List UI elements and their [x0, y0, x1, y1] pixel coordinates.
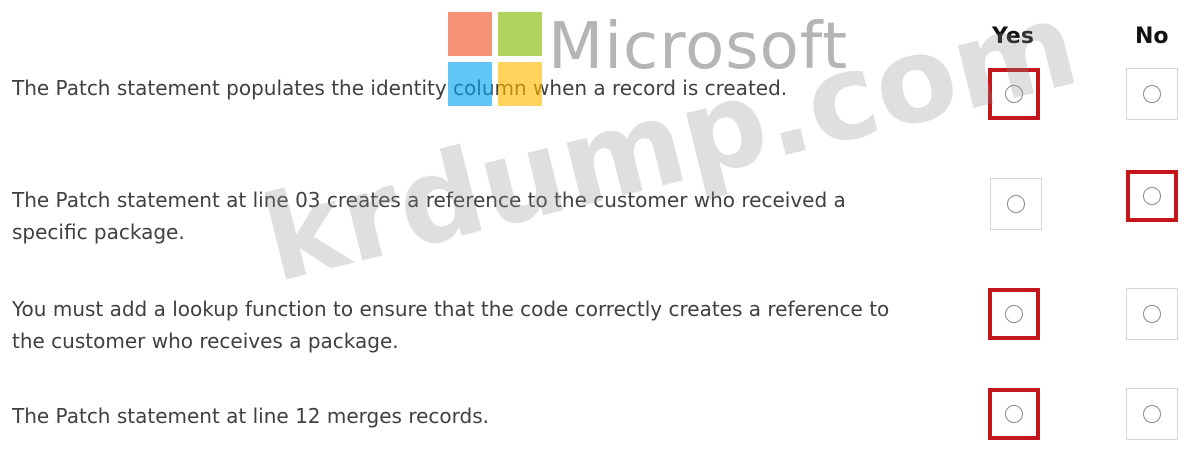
- logo-square-blue: [448, 62, 492, 106]
- radio-circle-icon: [1143, 305, 1161, 323]
- radio-circle-icon: [1143, 85, 1161, 103]
- statement-3-text: You must add a lookup function to ensure…: [12, 297, 890, 353]
- statement-4-yes-option[interactable]: [988, 388, 1040, 440]
- yes-column-header: Yes: [992, 24, 1034, 49]
- microsoft-logo-icon: [448, 12, 544, 130]
- logo-square-red: [448, 12, 492, 56]
- statement-1-no-option[interactable]: [1126, 68, 1178, 120]
- radio-circle-icon: [1005, 85, 1023, 103]
- radio-circle-icon: [1005, 405, 1023, 423]
- statement-1-yes-option[interactable]: [988, 68, 1040, 120]
- statement-3-yes-option[interactable]: [988, 288, 1040, 340]
- logo-square-green: [498, 12, 542, 56]
- statement-2-text: The Patch statement at line 03 creates a…: [12, 188, 846, 244]
- radio-circle-icon: [1143, 187, 1161, 205]
- microsoft-watermark-text: Microsoft: [548, 10, 849, 84]
- statement-2-yes-option[interactable]: [990, 178, 1042, 230]
- radio-circle-icon: [1143, 405, 1161, 423]
- statement-4-text: The Patch statement at line 12 merges re…: [12, 404, 489, 428]
- no-column-header: No: [1135, 24, 1169, 49]
- radio-circle-icon: [1005, 305, 1023, 323]
- statement-2-no-option[interactable]: [1126, 170, 1178, 222]
- radio-circle-icon: [1007, 195, 1025, 213]
- statement-4-no-option[interactable]: [1126, 388, 1178, 440]
- statement-3-no-option[interactable]: [1126, 288, 1178, 340]
- logo-square-yellow: [498, 62, 542, 106]
